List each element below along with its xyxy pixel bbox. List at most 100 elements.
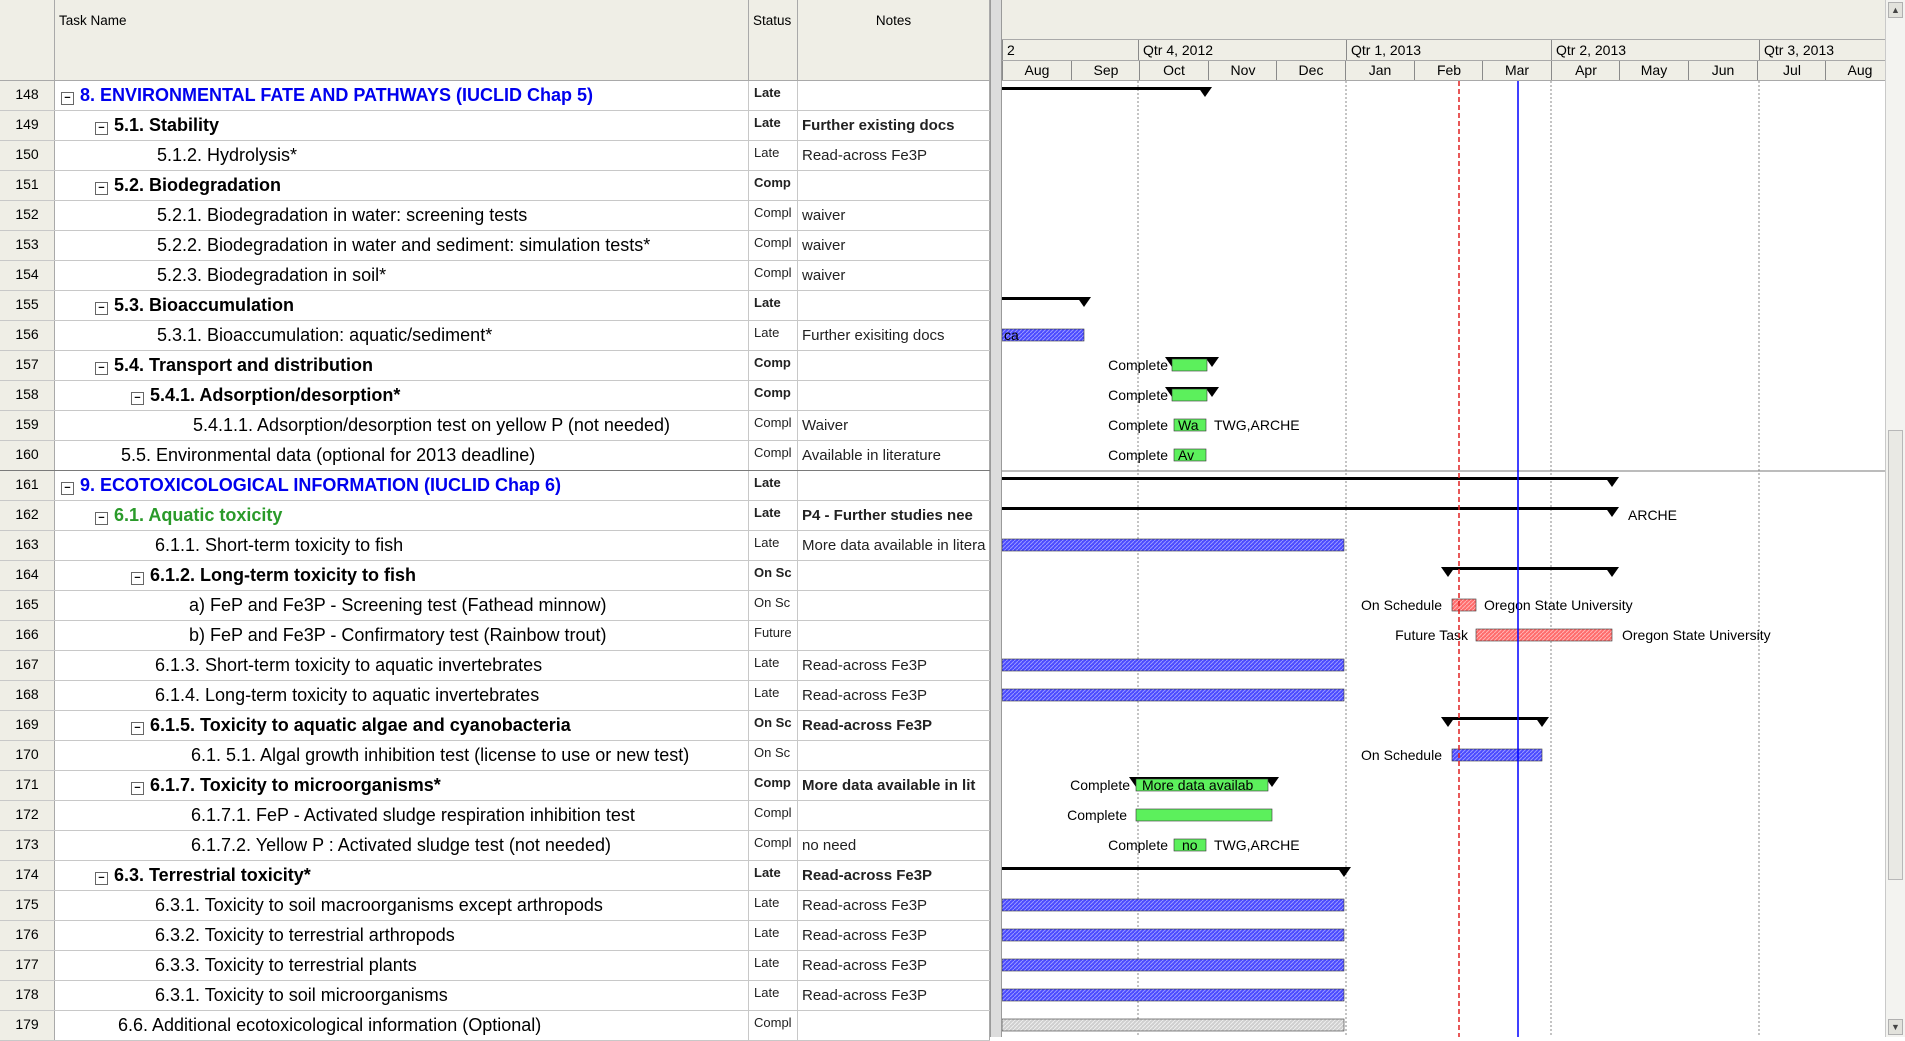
collapse-toggle-icon[interactable]: − <box>95 872 108 885</box>
row-id[interactable]: 171 <box>0 771 55 800</box>
notes-cell[interactable]: Read-across Fe3P <box>798 891 990 920</box>
notes-cell[interactable] <box>798 1011 990 1040</box>
status-cell[interactable]: Comp <box>749 381 798 410</box>
row-id[interactable]: 169 <box>0 711 55 740</box>
status-cell[interactable]: Future <box>749 621 798 650</box>
task-row[interactable]: 167 6.1.3. Short-term toxicity to aquatic… <box>0 651 990 681</box>
status-cell[interactable]: Late <box>749 81 798 110</box>
status-cell[interactable]: Late <box>749 531 798 560</box>
task-name-cell[interactable]: −8. ENVIRONMENTAL FATE AND PATHWAYS (IUC… <box>55 81 749 110</box>
task-name-cell[interactable]: −6.1.5. Toxicity to aquatic algae and cy… <box>55 711 749 740</box>
status-cell[interactable]: Compl <box>749 1011 798 1040</box>
status-cell[interactable]: Compl <box>749 801 798 830</box>
task-row[interactable]: 170 6.1. 5.1. Algal growth inhibition tes… <box>0 741 990 771</box>
status-cell[interactable]: Compl <box>749 231 798 260</box>
status-cell[interactable]: Late <box>749 501 798 530</box>
status-cell[interactable]: Comp <box>749 351 798 380</box>
row-id[interactable]: 178 <box>0 981 55 1010</box>
notes-cell[interactable] <box>798 741 990 770</box>
task-row[interactable]: 177 6.3.3. Toxicity to terrestrial plants… <box>0 951 990 981</box>
task-row[interactable]: 176 6.3.2. Toxicity to terrestrial arthro… <box>0 921 990 951</box>
status-cell[interactable]: Comp <box>749 171 798 200</box>
task-name-cell[interactable]: −5.4.1. Adsorption/desorption* <box>55 381 749 410</box>
task-row[interactable]: 154 5.2.3. Biodegradation in soil* Compl wa… <box>0 261 990 291</box>
notes-cell[interactable]: Read-across Fe3P <box>798 711 990 740</box>
row-id[interactable]: 173 <box>0 831 55 860</box>
row-id[interactable]: 167 <box>0 651 55 680</box>
task-name-cell[interactable]: −6.1.7. Toxicity to microorganisms* <box>55 771 749 800</box>
task-name-cell[interactable]: 6.6. Additional ecotoxicological informa… <box>55 1011 749 1040</box>
notes-cell[interactable] <box>798 591 990 620</box>
status-cell[interactable]: Late <box>749 681 798 710</box>
row-id[interactable]: 164 <box>0 561 55 590</box>
notes-cell[interactable] <box>798 621 990 650</box>
task-row[interactable]: 171−6.1.7. Toxicity to microorganisms* Co… <box>0 771 990 801</box>
notes-cell[interactable] <box>798 801 990 830</box>
collapse-toggle-icon[interactable]: − <box>95 362 108 375</box>
row-id[interactable]: 175 <box>0 891 55 920</box>
row-id[interactable]: 166 <box>0 621 55 650</box>
task-name-cell[interactable]: 6.1. 5.1. Algal growth inhibition test (… <box>55 741 749 770</box>
task-row[interactable]: 175 6.3.1. Toxicity to soil macroorganism… <box>0 891 990 921</box>
task-row[interactable]: 157−5.4. Transport and distribution Comp <box>0 351 990 381</box>
task-name-cell[interactable]: 5.1.2. Hydrolysis* <box>55 141 749 170</box>
task-row[interactable]: 173 6.1.7.2. Yellow P : Activated sludge … <box>0 831 990 861</box>
notes-cell[interactable]: Read-across Fe3P <box>798 141 990 170</box>
task-name-cell[interactable]: −5.3. Bioaccumulation <box>55 291 749 320</box>
row-id[interactable]: 162 <box>0 501 55 530</box>
task-row[interactable]: 165 a) FeP and Fe3P - Screening test (Fat… <box>0 591 990 621</box>
status-cell[interactable]: Late <box>749 951 798 980</box>
row-id[interactable]: 160 <box>0 441 55 470</box>
task-row[interactable]: 174−6.3. Terrestrial toxicity* Late Read-a… <box>0 861 990 891</box>
task-name-cell[interactable]: 6.3.1. Toxicity to soil macroorganisms e… <box>55 891 749 920</box>
task-name-cell[interactable]: 6.3.1. Toxicity to soil microorganisms <box>55 981 749 1010</box>
status-cell[interactable]: Late <box>749 111 798 140</box>
task-row[interactable]: 172 6.1.7.1. FeP - Activated sludge respi… <box>0 801 990 831</box>
notes-cell[interactable]: Read-across Fe3P <box>798 951 990 980</box>
notes-cell[interactable]: no need <box>798 831 990 860</box>
task-row[interactable]: 166 b) FeP and Fe3P - Confirmatory test (… <box>0 621 990 651</box>
status-cell[interactable]: Late <box>749 471 798 500</box>
notes-cell[interactable]: Further existing docs <box>798 111 990 140</box>
notes-cell[interactable]: Read-across Fe3P <box>798 651 990 680</box>
task-name-cell[interactable]: −5.1. Stability <box>55 111 749 140</box>
scrollbar-thumb[interactable] <box>1888 430 1903 880</box>
notes-cell[interactable]: P4 - Further studies nee <box>798 501 990 530</box>
notes-cell[interactable]: waiver <box>798 231 990 260</box>
task-name-column-header[interactable]: Task Name <box>55 0 749 81</box>
notes-cell[interactable]: Read-across Fe3P <box>798 981 990 1010</box>
collapse-toggle-icon[interactable]: − <box>131 782 144 795</box>
collapse-toggle-icon[interactable]: − <box>95 302 108 315</box>
task-name-cell[interactable]: −5.2. Biodegradation <box>55 171 749 200</box>
status-cell[interactable]: Late <box>749 891 798 920</box>
row-id[interactable]: 155 <box>0 291 55 320</box>
task-row[interactable]: 150 5.1.2. Hydrolysis* Late Read-across Fe3… <box>0 141 990 171</box>
task-name-cell[interactable]: 6.1.7.2. Yellow P : Activated sludge tes… <box>55 831 749 860</box>
notes-cell[interactable]: Read-across Fe3P <box>798 681 990 710</box>
status-cell[interactable]: Late <box>749 651 798 680</box>
row-id[interactable]: 151 <box>0 171 55 200</box>
task-row[interactable]: 178 6.3.1. Toxicity to soil microorganism… <box>0 981 990 1011</box>
notes-cell[interactable]: More data available in lit <box>798 771 990 800</box>
notes-cell[interactable]: Further exisiting docs <box>798 321 990 350</box>
collapse-toggle-icon[interactable]: − <box>61 482 74 495</box>
task-name-cell[interactable]: 5.2.1. Biodegradation in water: screenin… <box>55 201 749 230</box>
status-cell[interactable]: Late <box>749 321 798 350</box>
task-name-cell[interactable]: 6.1.7.1. FeP - Activated sludge respirat… <box>55 801 749 830</box>
row-id[interactable]: 156 <box>0 321 55 350</box>
task-row[interactable]: 152 5.2.1. Biodegradation in water: scree… <box>0 201 990 231</box>
status-cell[interactable]: Compl <box>749 201 798 230</box>
notes-cell[interactable]: Available in literature <box>798 441 990 470</box>
status-cell[interactable]: Late <box>749 861 798 890</box>
task-name-cell[interactable]: b) FeP and Fe3P - Confirmatory test (Rai… <box>55 621 749 650</box>
task-row[interactable]: 148−8. ENVIRONMENTAL FATE AND PATHWAYS (… <box>0 81 990 111</box>
notes-cell[interactable] <box>798 81 990 110</box>
collapse-toggle-icon[interactable]: − <box>61 92 74 105</box>
notes-cell[interactable] <box>798 291 990 320</box>
task-row[interactable]: 161−9. ECOTOXICOLOGICAL INFORMATION (IUC… <box>0 471 990 501</box>
task-name-cell[interactable]: −6.1. Aquatic toxicity <box>55 501 749 530</box>
notes-cell[interactable] <box>798 351 990 380</box>
row-id[interactable]: 172 <box>0 801 55 830</box>
status-column-header[interactable]: Status <box>749 0 798 81</box>
row-id[interactable]: 168 <box>0 681 55 710</box>
